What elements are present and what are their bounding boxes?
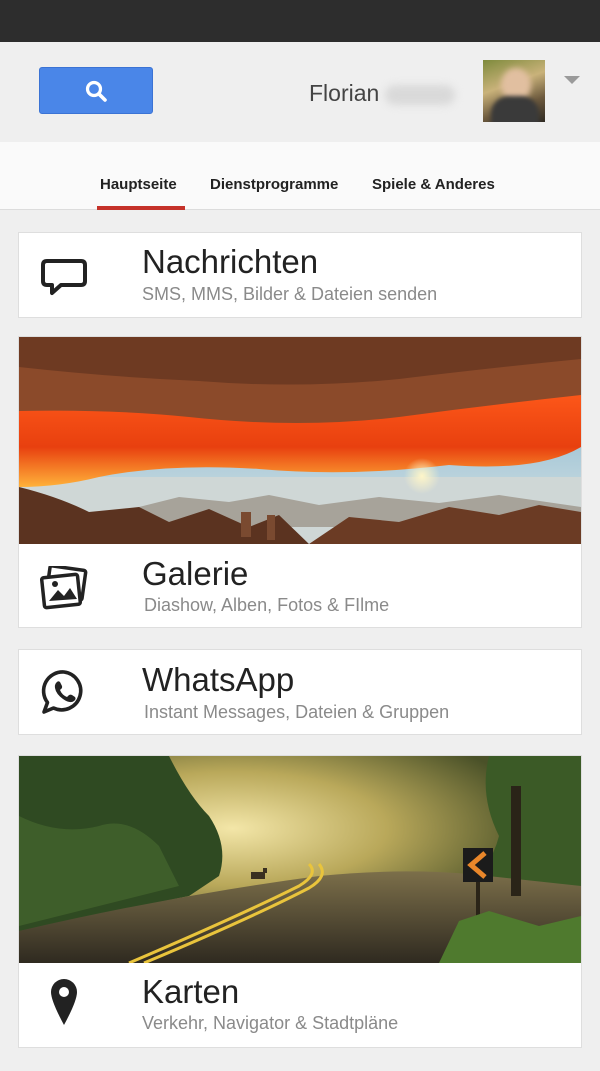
- search-button[interactable]: [39, 67, 153, 114]
- card-nachrichten[interactable]: Nachrichten SMS, MMS, Bilder & Dateien s…: [18, 232, 582, 318]
- user-name: Florian: [309, 80, 456, 107]
- card-subtitle: Verkehr, Navigator & Stadtpläne: [142, 1013, 399, 1033]
- card-karten[interactable]: Karten Verkehr, Navigator & Stadtpläne: [18, 755, 582, 1048]
- photos-icon: [39, 563, 89, 613]
- header: Florian: [0, 42, 600, 142]
- tab-hauptseite[interactable]: Hauptseite: [100, 176, 177, 193]
- card-subtitle: Instant Messages, Dateien & Gruppen: [144, 702, 450, 722]
- card-title: WhatsApp: [142, 661, 295, 698]
- map-pin-icon: [39, 977, 89, 1027]
- card-subtitle: Diashow, Alben, Fotos & FIlme: [144, 595, 390, 615]
- whatsapp-icon: [39, 667, 89, 717]
- card-whatsapp[interactable]: WhatsApp Instant Messages, Dateien & Gru…: [18, 649, 582, 735]
- account-dropdown[interactable]: [560, 72, 584, 88]
- tab-spiele-anderes[interactable]: Spiele & Anderes: [372, 176, 495, 193]
- card-galerie[interactable]: Galerie Diashow, Alben, Fotos & FIlme: [18, 336, 582, 628]
- card-title: Nachrichten: [142, 243, 319, 280]
- tab-bar: Hauptseite Dienstprogramme Spiele & Ande…: [0, 142, 600, 210]
- tab-dienstprogramme[interactable]: Dienstprogramme: [210, 176, 338, 193]
- blurred-surname: [385, 84, 456, 105]
- chevron-down-icon: [564, 76, 580, 84]
- avatar[interactable]: [483, 60, 545, 122]
- chat-bubble-icon: [39, 253, 89, 303]
- active-tab-indicator: [97, 206, 185, 210]
- status-bar: [0, 0, 600, 42]
- card-title: Galerie: [142, 555, 249, 592]
- desert-arch-photo: [19, 337, 581, 544]
- card-title: Karten: [142, 973, 240, 1010]
- forest-road-photo: [19, 756, 581, 963]
- card-subtitle: SMS, MMS, Bilder & Dateien senden: [142, 284, 438, 304]
- search-icon: [85, 80, 107, 102]
- user-first-name: Florian: [309, 80, 380, 106]
